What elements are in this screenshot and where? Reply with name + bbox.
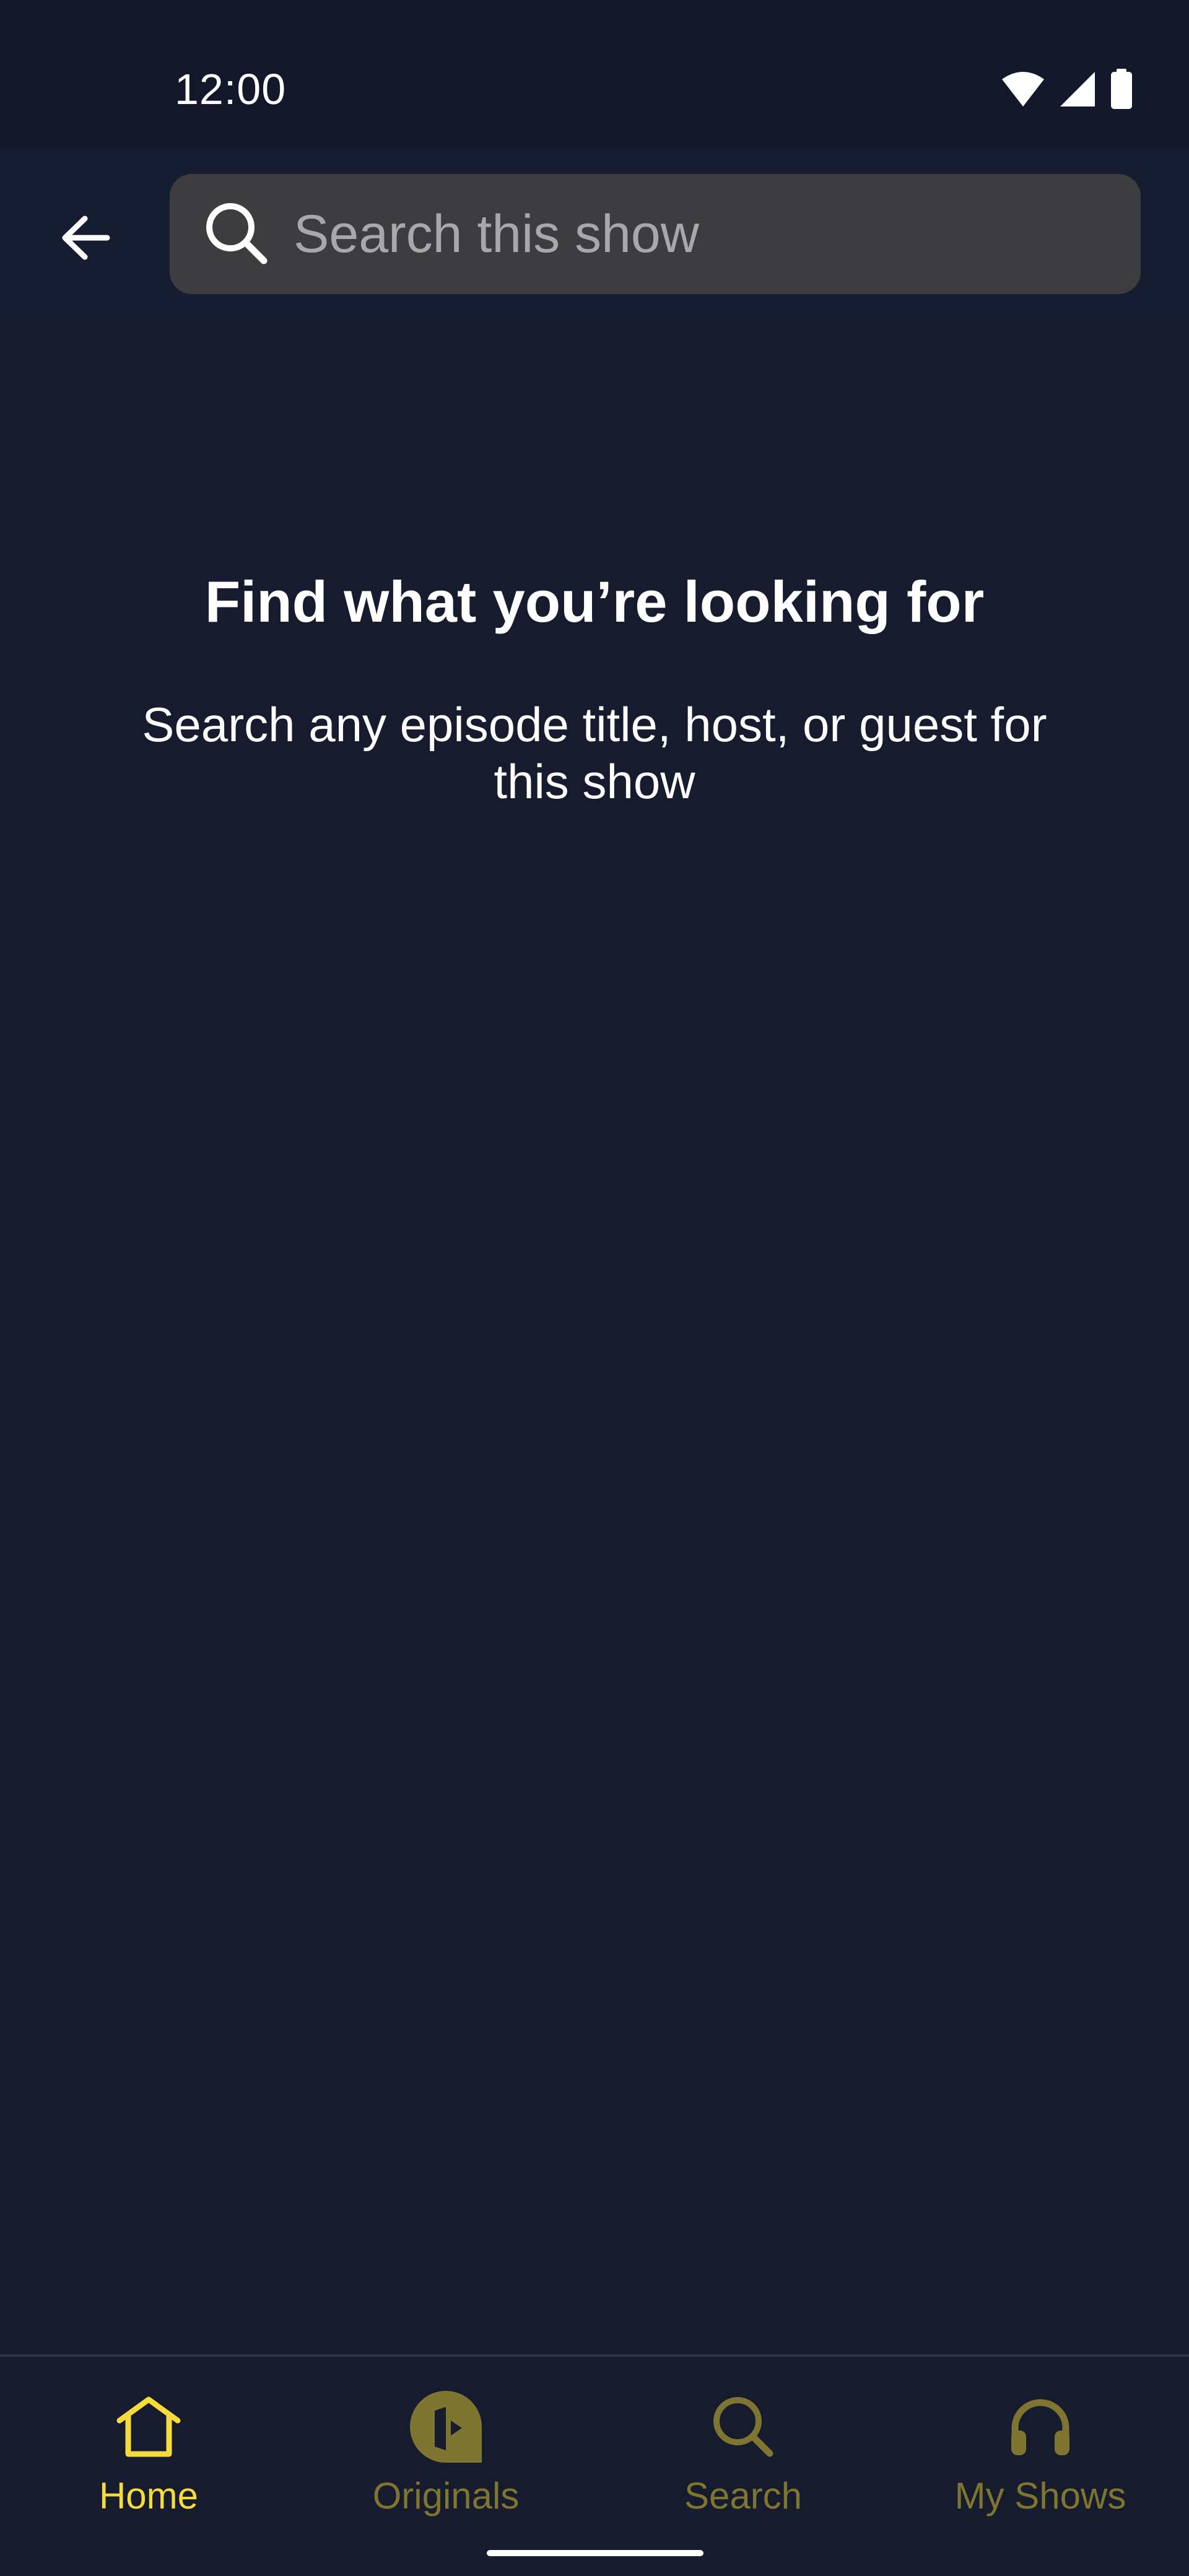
nav-item-search[interactable]: Search	[594, 2357, 892, 2543]
status-time: 12:00	[175, 65, 287, 113]
empty-state-title: Find what you’re looking for	[204, 569, 985, 634]
wifi-icon	[1002, 72, 1044, 107]
empty-state-description: Search any episode title, host, or guest…	[142, 697, 1047, 809]
nav-label-originals: Originals	[372, 2475, 520, 2517]
nav-item-my-shows[interactable]: My Shows	[892, 2357, 1189, 2543]
bottom-navigation: Home Originals Search My Shows	[0, 2354, 1189, 2576]
cellular-signal-icon	[1060, 72, 1095, 107]
back-button[interactable]	[40, 192, 131, 284]
originals-icon	[406, 2387, 486, 2467]
status-icons	[1001, 67, 1133, 111]
home-icon	[108, 2387, 189, 2467]
status-bar: 12:00	[0, 0, 1189, 149]
arrow-left-icon	[62, 215, 110, 260]
nav-item-originals[interactable]: Originals	[297, 2357, 594, 2543]
search-icon	[703, 2387, 783, 2467]
nav-item-home[interactable]: Home	[0, 2357, 297, 2543]
home-indicator[interactable]	[487, 2550, 703, 2556]
battery-icon	[1111, 69, 1132, 109]
nav-label-my-shows: My Shows	[954, 2475, 1126, 2517]
search-field[interactable]	[170, 174, 1141, 294]
search-input[interactable]	[294, 174, 1117, 294]
headphones-icon	[1000, 2387, 1081, 2467]
search-icon	[206, 203, 268, 264]
nav-label-search: Search	[684, 2475, 803, 2517]
nav-label-home: Home	[98, 2475, 199, 2517]
